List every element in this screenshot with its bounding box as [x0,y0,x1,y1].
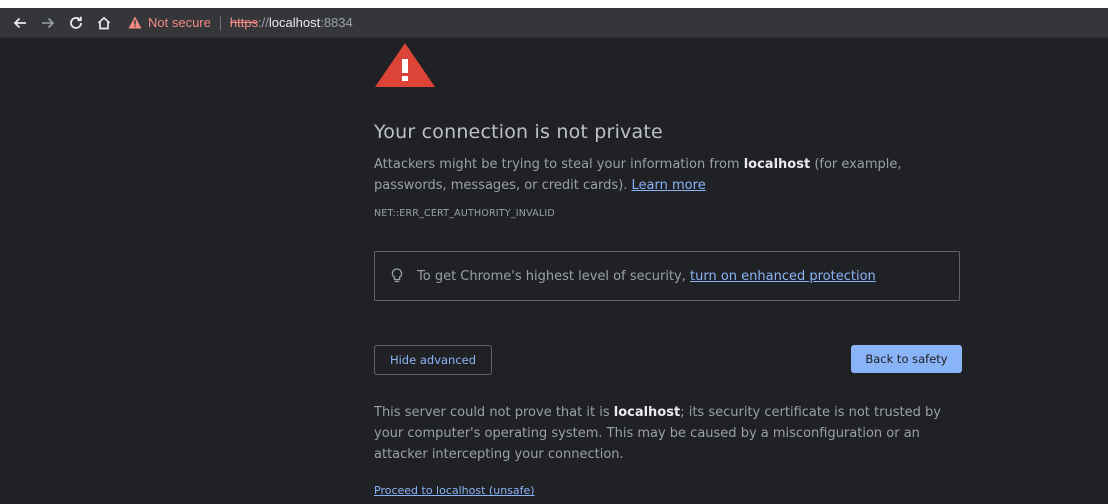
url-host: localhost [268,15,321,30]
reload-icon [68,15,84,31]
address-bar[interactable]: Not secure https://localhost:8834 [128,12,353,34]
advanced-detail-text: This server could not prove that it is l… [374,402,964,465]
omnibox-divider [219,15,221,30]
back-to-safety-button[interactable]: Back to safety [851,345,962,373]
proceed-unsafe-link[interactable]: Proceed to localhost (unsafe) [374,484,535,497]
url-separator: :// [258,15,269,30]
detail-text: This server could not prove that it is [374,405,614,420]
window-top-strip [0,0,1108,8]
arrow-left-icon [12,15,28,31]
url-scheme: https [229,15,259,30]
learn-more-link[interactable]: Learn more [632,178,706,193]
description-host: localhost [743,157,811,172]
back-button[interactable] [8,11,32,35]
hide-advanced-button[interactable]: Hide advanced [374,345,492,375]
browser-toolbar: Not secure https://localhost:8834 [0,8,1108,38]
lightbulb-icon [391,268,403,284]
not-secure-label[interactable]: Not secure [148,15,211,30]
url-port: :8834 [320,15,353,30]
enhanced-protection-link[interactable]: turn on enhanced protection [690,269,876,284]
warning-triangle-icon [374,42,436,92]
home-icon [96,15,112,31]
enhanced-protection-box: To get Chrome's highest level of securit… [374,251,960,301]
detail-host: localhost [613,405,681,420]
home-button[interactable] [92,11,116,35]
forward-button[interactable] [36,11,60,35]
page-title: Your connection is not private [374,121,663,143]
error-code: NET::ERR_CERT_AUTHORITY_INVALID [374,208,555,219]
warning-triangle-icon[interactable] [128,16,142,29]
arrow-right-icon [40,15,56,31]
reload-button[interactable] [64,11,88,35]
enhanced-protection-text: To get Chrome's highest level of securit… [417,268,686,284]
interstitial-page: Your connection is not private Attackers… [0,38,1108,504]
warning-description: Attackers might be trying to steal your … [374,154,964,196]
description-text: Attackers might be trying to steal your … [374,157,744,172]
